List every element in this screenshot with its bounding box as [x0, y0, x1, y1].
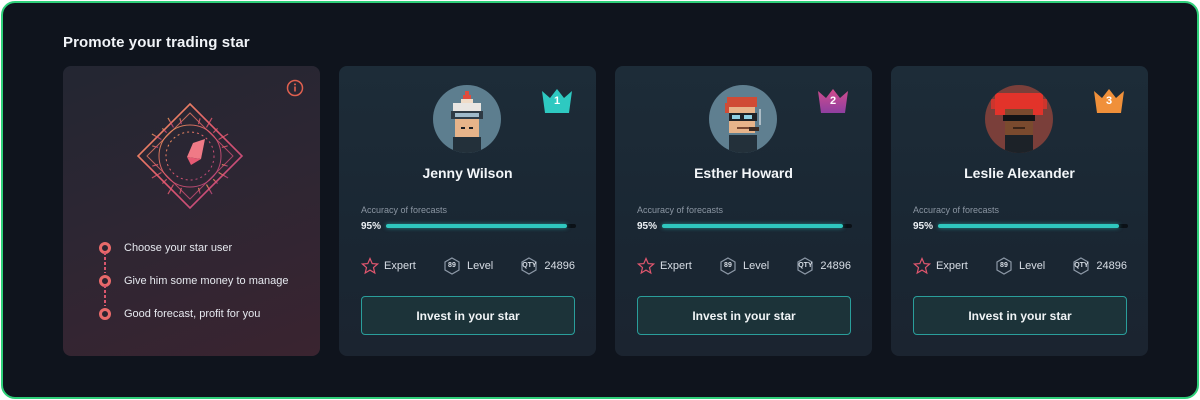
accuracy-percent: 95%	[913, 221, 934, 232]
accuracy-percent: 95%	[637, 221, 658, 232]
hexagon-icon: QTY	[520, 257, 538, 275]
hexagon-icon: QTY	[796, 257, 814, 275]
step-label: Good forecast, profit for you	[124, 307, 261, 320]
accuracy-bar	[386, 224, 576, 228]
step-item: Choose your star user	[99, 231, 288, 273]
avatar[interactable]	[985, 85, 1053, 153]
invest-button[interactable]: Invest in your star	[361, 296, 575, 335]
step-item: Good forecast, profit for you	[99, 297, 288, 330]
stats-row: Expert 89 Level QTY 24896	[361, 256, 575, 276]
intro-card: Choose your star user Give him some mone…	[63, 66, 320, 356]
level-number: 89	[724, 262, 732, 269]
level-stat: 89 Level	[995, 257, 1045, 275]
star-card: 1 Jenny Wilson Accuracy of forecasts 95%…	[339, 66, 596, 356]
accuracy-bar-fill	[386, 224, 567, 228]
star-outline-icon	[637, 257, 655, 275]
star-outline-icon	[361, 257, 379, 275]
qty-stat: QTY 24896	[796, 257, 851, 275]
user-name: Leslie Alexander	[964, 165, 1075, 181]
stats-row: Expert 89 Level QTY 24896	[637, 256, 851, 276]
star-diamond-icon	[135, 101, 245, 211]
accuracy-bar	[662, 224, 852, 228]
avatar[interactable]	[709, 85, 777, 153]
expert-label: Expert	[660, 260, 692, 272]
level-stat: 89 Level	[719, 257, 769, 275]
expert-stat: Expert	[361, 257, 416, 275]
expert-stat: Expert	[637, 257, 692, 275]
hexagon-icon: 89	[719, 257, 737, 275]
rank-number: 2	[829, 95, 837, 107]
hexagon-icon: 89	[443, 257, 461, 275]
level-label: Level	[742, 260, 770, 272]
accuracy-label: Accuracy of forecasts	[361, 205, 448, 215]
step-label: Choose your star user	[124, 241, 233, 254]
invest-button[interactable]: Invest in your star	[913, 296, 1127, 335]
invest-button[interactable]: Invest in your star	[637, 296, 851, 335]
qty-value: 24896	[544, 260, 575, 272]
accuracy-bar-fill	[662, 224, 843, 228]
accuracy-bar	[938, 224, 1128, 228]
hexagon-icon: QTY	[1072, 257, 1090, 275]
steps-list: Choose your star user Give him some mone…	[99, 231, 288, 330]
level-number: 89	[448, 262, 456, 269]
star-card: 2 Esther Howard Accuracy of forecasts 95…	[615, 66, 872, 356]
user-name: Jenny Wilson	[422, 165, 513, 181]
stats-row: Expert 89 Level QTY 24896	[913, 256, 1127, 276]
rank-crown-icon: 3	[1093, 88, 1125, 114]
accuracy-percent: 95%	[361, 221, 382, 232]
accuracy-label: Accuracy of forecasts	[637, 205, 724, 215]
avatar[interactable]	[433, 85, 501, 153]
info-icon[interactable]	[286, 79, 304, 97]
star-outline-icon	[913, 257, 931, 275]
qty-stat: QTY 24896	[520, 257, 575, 275]
qty-badge-label: QTY	[522, 262, 537, 269]
promote-panel: Promote your trading star Choose your st…	[1, 1, 1199, 399]
level-stat: 89 Level	[443, 257, 493, 275]
user-name: Esther Howard	[694, 165, 793, 181]
step-marker-icon	[99, 307, 111, 320]
expert-label: Expert	[384, 260, 416, 272]
level-number: 89	[1000, 262, 1008, 269]
rank-crown-icon: 1	[541, 88, 573, 114]
hexagon-icon: 89	[995, 257, 1013, 275]
step-label: Give him some money to manage	[124, 274, 289, 287]
expert-label: Expert	[936, 260, 968, 272]
qty-badge-label: QTY	[798, 262, 813, 269]
rank-crown-icon: 2	[817, 88, 849, 114]
star-card: 3 Leslie Alexander Accuracy of forecasts…	[891, 66, 1148, 356]
section-title: Promote your trading star	[63, 34, 250, 51]
accuracy-bar-fill	[938, 224, 1119, 228]
qty-badge-label: QTY	[1074, 262, 1089, 269]
rank-number: 1	[553, 95, 561, 107]
level-label: Level	[466, 260, 494, 272]
accuracy-label: Accuracy of forecasts	[913, 205, 1000, 215]
qty-value: 24896	[820, 260, 851, 272]
expert-stat: Expert	[913, 257, 968, 275]
qty-stat: QTY 24896	[1072, 257, 1127, 275]
qty-value: 24896	[1096, 260, 1127, 272]
level-label: Level	[1018, 260, 1046, 272]
step-item: Give him some money to manage	[99, 264, 289, 306]
rank-number: 3	[1105, 95, 1113, 107]
